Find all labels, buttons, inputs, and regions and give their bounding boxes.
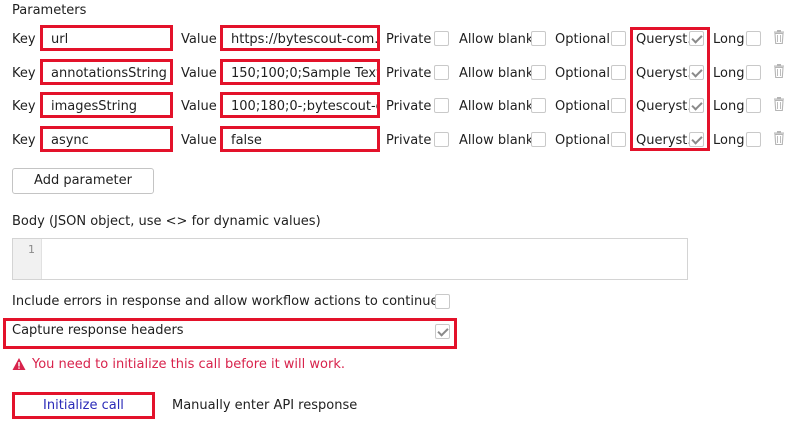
line-number-gutter: 1 xyxy=(13,239,42,279)
long-checkbox[interactable] xyxy=(746,132,761,147)
private-checkbox[interactable] xyxy=(434,98,449,113)
allow-blank-label: Allow blank xyxy=(459,99,534,114)
trash-icon[interactable] xyxy=(773,97,785,111)
allow-blank-label: Allow blank xyxy=(459,133,534,148)
section-title: Parameters xyxy=(12,3,87,18)
warning-message: You need to initialize this call before … xyxy=(12,357,345,372)
trash-icon[interactable] xyxy=(773,30,785,44)
value-label: Value xyxy=(181,133,217,148)
private-label: Private xyxy=(386,66,432,81)
long-label: Long xyxy=(713,32,745,47)
long-label: Long xyxy=(713,99,745,114)
warning-text: You need to initialize this call before … xyxy=(32,357,345,372)
optional-label: Optional xyxy=(555,99,610,114)
value-input[interactable]: false xyxy=(220,126,380,152)
include-errors-checkbox[interactable] xyxy=(435,294,450,309)
private-checkbox[interactable] xyxy=(434,65,449,80)
trash-icon[interactable] xyxy=(773,131,785,145)
key-input[interactable]: async xyxy=(40,126,173,152)
long-label: Long xyxy=(713,66,745,81)
body-editor[interactable]: 1 xyxy=(12,238,688,280)
value-input[interactable]: https://bytescout-com.s3- xyxy=(220,25,380,51)
long-checkbox[interactable] xyxy=(746,98,761,113)
optional-label: Optional xyxy=(555,32,610,47)
allow-blank-checkbox[interactable] xyxy=(531,132,546,147)
include-errors-label: Include errors in response and allow wor… xyxy=(12,294,439,309)
trash-icon[interactable] xyxy=(773,64,785,78)
allow-blank-label: Allow blank xyxy=(459,66,534,81)
value-input[interactable]: 150;100;0;Sample Text xyxy=(220,59,380,85)
value-label: Value xyxy=(181,66,217,81)
value-input[interactable]: 100;180;0-;bytescout-com xyxy=(220,92,380,118)
value-label: Value xyxy=(181,32,217,47)
optional-label: Optional xyxy=(555,133,610,148)
capture-headers-checkbox[interactable] xyxy=(435,324,450,339)
long-checkbox[interactable] xyxy=(746,31,761,46)
capture-headers-label: Capture response headers xyxy=(12,323,184,338)
optional-checkbox[interactable] xyxy=(611,98,626,113)
key-label: Key xyxy=(12,32,36,47)
body-label: Body (JSON object, use <> for dynamic va… xyxy=(12,214,321,229)
private-label: Private xyxy=(386,99,432,114)
long-label: Long xyxy=(713,133,745,148)
private-checkbox[interactable] xyxy=(434,31,449,46)
add-parameter-button[interactable]: Add parameter xyxy=(12,168,154,194)
allow-blank-label: Allow blank xyxy=(459,32,534,47)
private-label: Private xyxy=(386,32,432,47)
optional-checkbox[interactable] xyxy=(611,65,626,80)
key-input[interactable]: annotationsString xyxy=(40,59,173,85)
private-label: Private xyxy=(386,133,432,148)
allow-blank-checkbox[interactable] xyxy=(531,98,546,113)
key-input[interactable]: url xyxy=(40,25,173,51)
long-checkbox[interactable] xyxy=(746,65,761,80)
manual-response-link[interactable]: Manually enter API response xyxy=(172,398,357,413)
private-checkbox[interactable] xyxy=(434,132,449,147)
value-label: Value xyxy=(181,99,217,114)
optional-checkbox[interactable] xyxy=(611,31,626,46)
key-input[interactable]: imagesString xyxy=(40,92,173,118)
initialize-call-button[interactable]: Initialize call xyxy=(12,392,155,419)
key-label: Key xyxy=(12,133,36,148)
optional-checkbox[interactable] xyxy=(611,132,626,147)
optional-label: Optional xyxy=(555,66,610,81)
queryst-highlight xyxy=(630,27,710,151)
key-label: Key xyxy=(12,99,36,114)
key-label: Key xyxy=(12,66,36,81)
allow-blank-checkbox[interactable] xyxy=(531,65,546,80)
warning-triangle-icon xyxy=(12,358,26,370)
allow-blank-checkbox[interactable] xyxy=(531,31,546,46)
